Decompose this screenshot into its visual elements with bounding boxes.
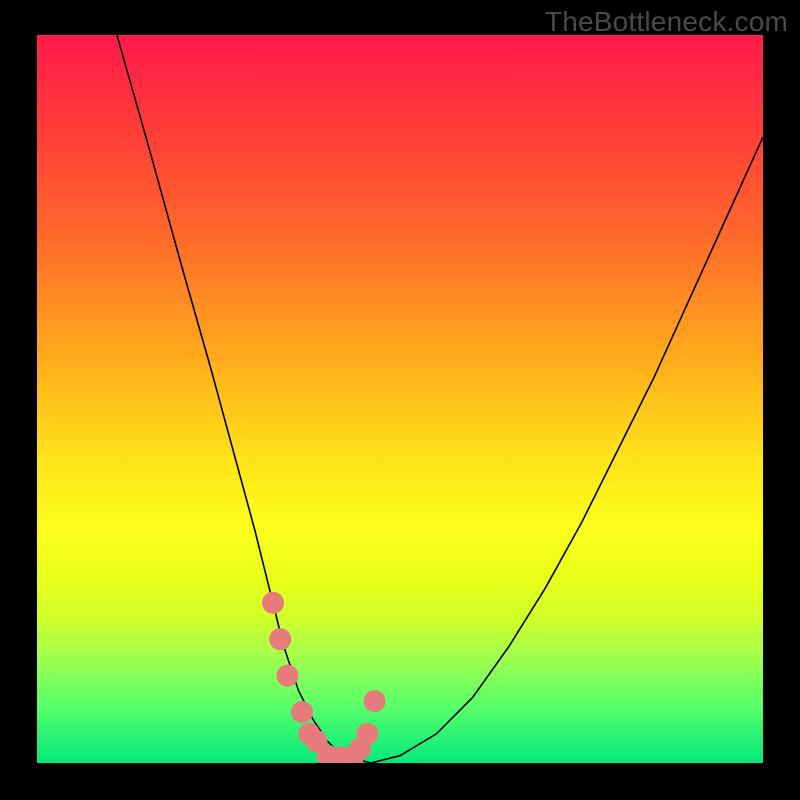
highlight-dot — [364, 690, 386, 712]
highlight-dot — [262, 592, 284, 614]
highlight-dot — [269, 628, 291, 650]
curve-svg — [37, 35, 763, 763]
bottleneck-curve — [117, 35, 763, 763]
watermark-label: TheBottleneck.com — [545, 6, 788, 38]
chart-frame: TheBottleneck.com — [0, 0, 800, 800]
plot-area — [37, 35, 763, 763]
highlight-dot — [291, 701, 313, 723]
highlight-markers — [262, 592, 386, 763]
highlight-dot — [277, 665, 299, 687]
highlight-dot — [356, 723, 378, 745]
